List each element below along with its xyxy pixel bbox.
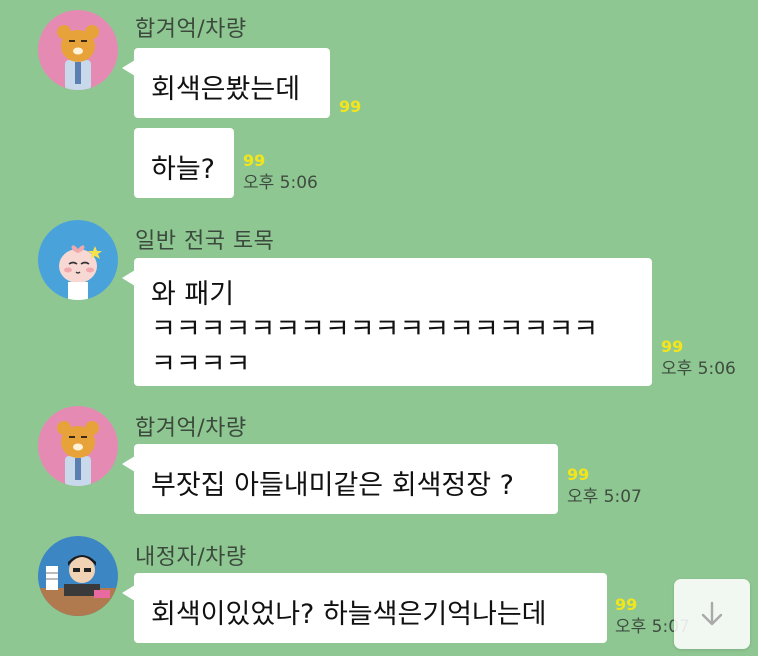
message-meta: 99 오후 5:06 [243,151,318,194]
sender-name: 내정자/차량 [135,545,247,570]
message-meta: 99 [339,98,361,116]
message-text: 부잣집 아들내미같은 회색정장 ? [151,470,514,501]
office-worker-icon[interactable] [38,536,118,616]
message-text-line: 와 패기 [151,279,235,310]
bubble-tail [122,60,135,76]
timestamp: 오후 5:07 [567,487,642,507]
message-text: 회색이있었나? 하늘색은기억나는데 [151,599,547,630]
ryan-icon[interactable] [38,406,118,486]
sender-name: 일반 전국 토목 [135,229,275,254]
message-text-line: ㅋㅋㅋㅋ [151,349,251,380]
sender-name: 합겨억/차량 [135,17,247,42]
unread-count: 99 [339,97,362,116]
message-bubble[interactable]: 회색이있었나? 하늘색은기억나는데 [122,573,607,643]
chat-room[interactable]: 합겨억/차량 회색은봤는데 99 하늘? 99 오후 5:06 일반 전국 토목… [0,0,758,656]
message-text: 하늘? [151,154,216,185]
bubble-tail [122,585,135,601]
unread-count: 99 [567,465,590,484]
apeach-icon[interactable] [38,220,118,300]
bubble-tail [122,456,135,472]
message-text-line: ㅋㅋㅋㅋㅋㅋㅋㅋㅋㅋㅋㅋㅋㅋㅋㅋㅋㅋ [151,314,599,345]
message-bubble[interactable]: 와 패기 ㅋㅋㅋㅋㅋㅋㅋㅋㅋㅋㅋㅋㅋㅋㅋㅋㅋㅋ ㅋㅋㅋㅋ [122,258,652,386]
sender-name: 합겨억/차량 [135,416,247,441]
unread-count: 99 [243,151,266,170]
message-bubble[interactable]: 하늘? [134,128,234,198]
message-text: 회색은봤는데 [151,74,301,105]
ryan-icon[interactable] [38,10,118,90]
timestamp: 오후 5:06 [243,173,318,193]
message-meta: 99 오후 5:06 [661,337,736,380]
bubble-tail [122,270,135,286]
arrow-down-icon [701,601,723,626]
timestamp: 오후 5:06 [661,359,736,379]
message-bubble[interactable]: 부잣집 아들내미같은 회색정장 ? [122,444,558,514]
unread-count: 99 [661,337,684,356]
message-meta: 99 오후 5:07 [567,465,642,508]
message-bubble[interactable]: 회색은봤는데 [122,48,330,118]
scroll-to-bottom-button[interactable] [674,579,750,649]
